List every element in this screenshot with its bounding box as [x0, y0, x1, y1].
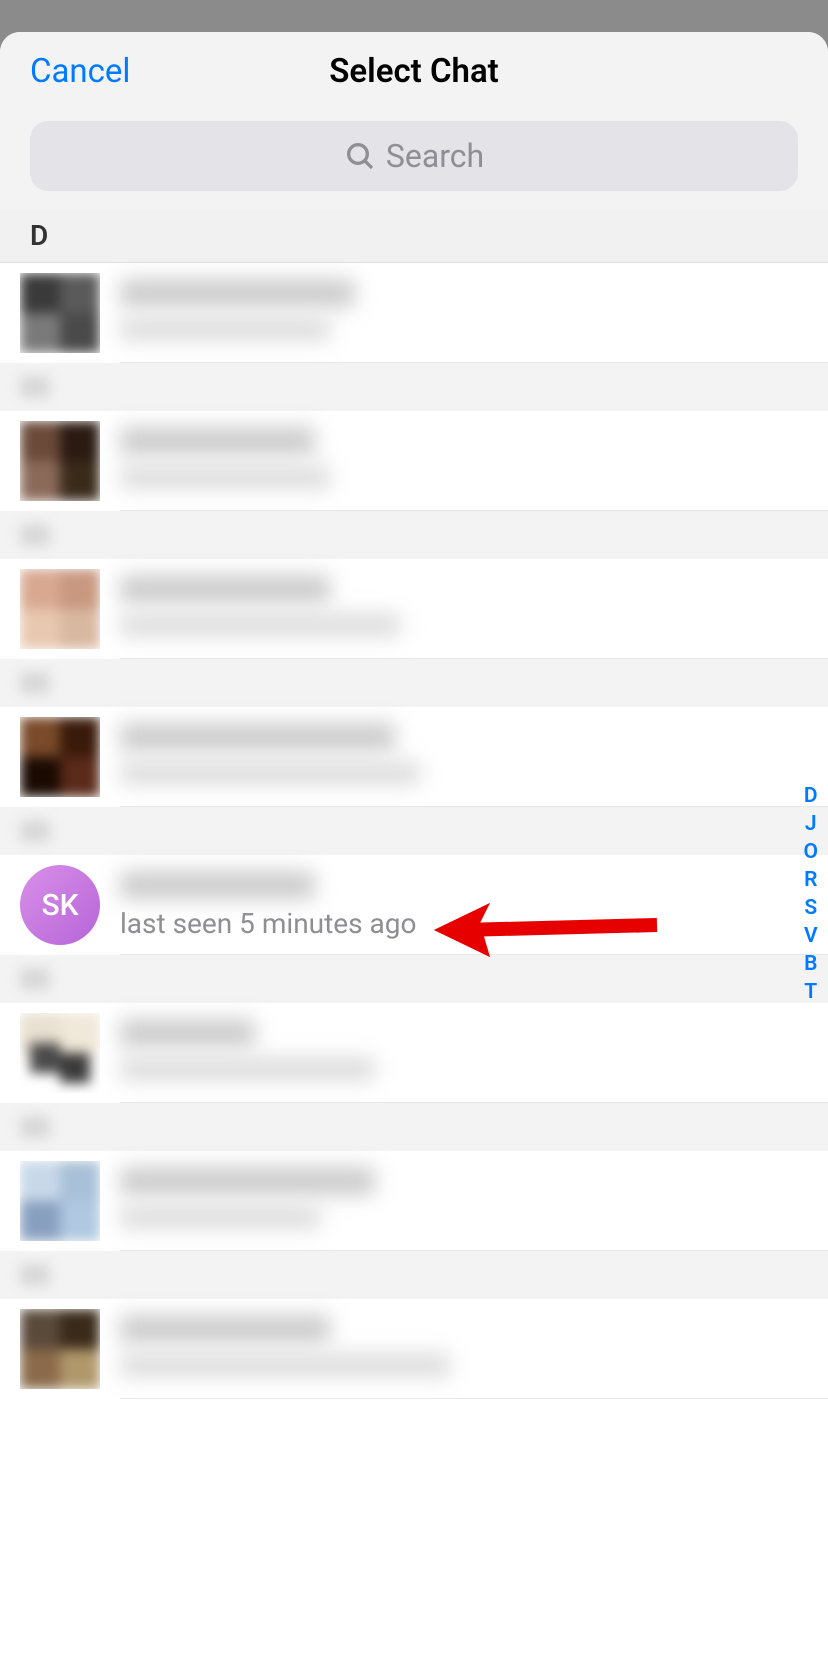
avatar	[20, 717, 100, 797]
contact-row[interactable]	[0, 263, 828, 363]
contact-info	[120, 1167, 808, 1236]
contact-name	[120, 1019, 808, 1051]
index-letter[interactable]: T	[800, 978, 821, 1006]
alphabet-index[interactable]: DJORSVBT	[800, 782, 822, 1006]
contact-info	[120, 1315, 808, 1384]
contact-row[interactable]	[0, 1003, 828, 1103]
avatar	[20, 1161, 100, 1241]
contact-name	[120, 723, 808, 755]
contact-status	[120, 1351, 808, 1384]
section-gap	[0, 511, 828, 559]
contact-info	[120, 279, 808, 348]
contact-row[interactable]	[0, 559, 828, 659]
contact-info: last seen 5 minutes ago	[120, 871, 808, 940]
index-letter[interactable]: R	[800, 866, 821, 894]
select-chat-modal: Cancel Select Chat Search D SK last seen …	[0, 32, 828, 1656]
section-gap	[0, 1251, 828, 1299]
contact-status	[120, 315, 808, 348]
contact-info	[120, 575, 808, 644]
index-letter[interactable]: O	[800, 838, 822, 866]
search-input[interactable]: Search	[30, 121, 798, 191]
contact-name	[120, 1315, 808, 1347]
contact-status	[120, 611, 808, 644]
contact-name	[120, 1167, 808, 1199]
contact-info	[120, 723, 808, 792]
avatar	[20, 1309, 100, 1389]
modal-header: Cancel Select Chat Search	[0, 32, 828, 209]
contact-info	[120, 427, 808, 496]
contact-name	[120, 575, 808, 607]
section-gap	[0, 363, 828, 411]
contact-row[interactable]	[0, 1299, 828, 1399]
modal-title: Select Chat	[329, 52, 499, 91]
index-letter[interactable]: B	[800, 950, 821, 978]
search-icon	[344, 140, 376, 172]
contact-row[interactable]	[0, 707, 828, 807]
avatar	[20, 569, 100, 649]
contact-status	[120, 463, 808, 496]
section-gap	[0, 1103, 828, 1151]
avatar	[20, 1013, 100, 1093]
header-top: Cancel Select Chat	[30, 52, 798, 91]
index-letter[interactable]: J	[801, 810, 821, 838]
cancel-button[interactable]: Cancel	[30, 52, 130, 91]
section-gap	[0, 955, 828, 1003]
contact-status	[120, 1055, 808, 1088]
contact-row[interactable]	[0, 1151, 828, 1251]
section-gap	[0, 807, 828, 855]
contact-name	[120, 279, 808, 311]
search-placeholder: Search	[386, 137, 484, 175]
contact-row[interactable]: SK last seen 5 minutes ago	[0, 855, 828, 955]
contact-name	[120, 871, 808, 903]
section-header: D	[0, 209, 828, 263]
avatar	[20, 421, 100, 501]
contact-status	[120, 759, 808, 792]
contact-row[interactable]	[0, 411, 828, 511]
contact-list[interactable]: SK last seen 5 minutes ago	[0, 263, 828, 1399]
section-gap	[0, 659, 828, 707]
avatar: SK	[20, 865, 100, 945]
contact-status	[120, 1203, 808, 1236]
index-letter[interactable]: D	[800, 782, 822, 810]
contact-info	[120, 1019, 808, 1088]
avatar	[20, 273, 100, 353]
contact-status: last seen 5 minutes ago	[120, 907, 808, 940]
contact-name	[120, 427, 808, 459]
index-letter[interactable]: S	[800, 894, 821, 922]
index-letter[interactable]: V	[800, 922, 822, 950]
